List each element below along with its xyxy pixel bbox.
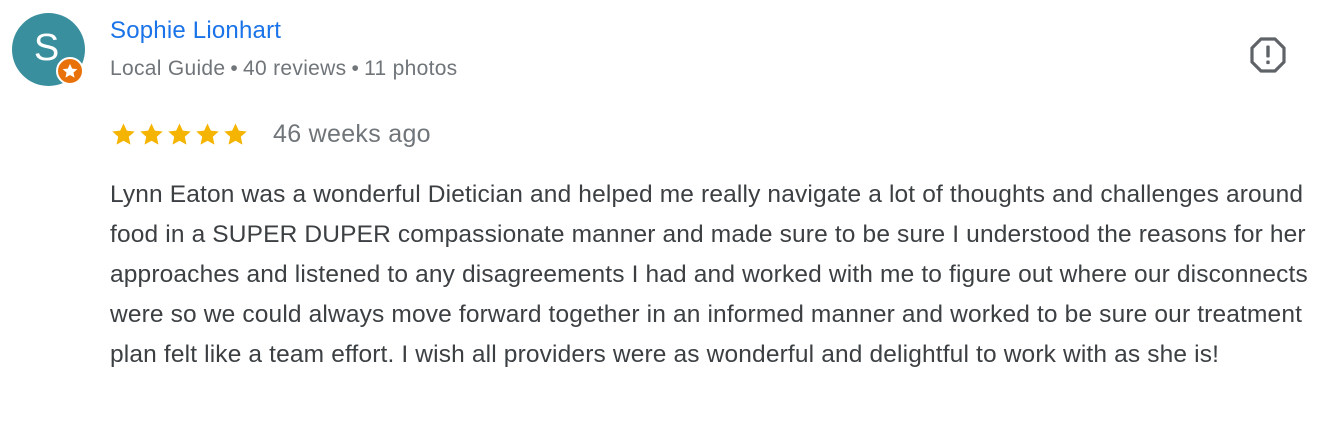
meta-separator: • <box>230 57 239 80</box>
report-button[interactable] <box>1248 35 1288 75</box>
local-guide-badge-icon <box>56 57 84 85</box>
review-card: S Sophie Lionhart Local Guide • 40 reviews… <box>0 0 1334 428</box>
star-filled-icon <box>224 123 247 145</box>
local-guide-label: Local Guide <box>110 57 226 80</box>
star-icon <box>62 63 78 78</box>
star-filled-icon <box>196 123 219 145</box>
star-rating <box>110 121 249 149</box>
review-count: 40 reviews <box>243 57 347 80</box>
photo-count: 11 photos <box>364 57 458 80</box>
review-text: Lynn Eaton was a wonderful Dietician and… <box>110 181 1308 368</box>
review-time: 46 weeks ago <box>273 120 431 148</box>
star-filled-icon <box>140 123 163 145</box>
report-octagon-icon <box>1250 37 1286 73</box>
meta-separator: • <box>351 57 360 80</box>
star-filled-icon <box>168 123 191 145</box>
reviewer-meta: Local Guide • 40 reviews • 11 photos <box>110 57 457 81</box>
reviewer-name[interactable]: Sophie Lionhart <box>110 17 281 45</box>
star-filled-icon <box>112 123 135 145</box>
